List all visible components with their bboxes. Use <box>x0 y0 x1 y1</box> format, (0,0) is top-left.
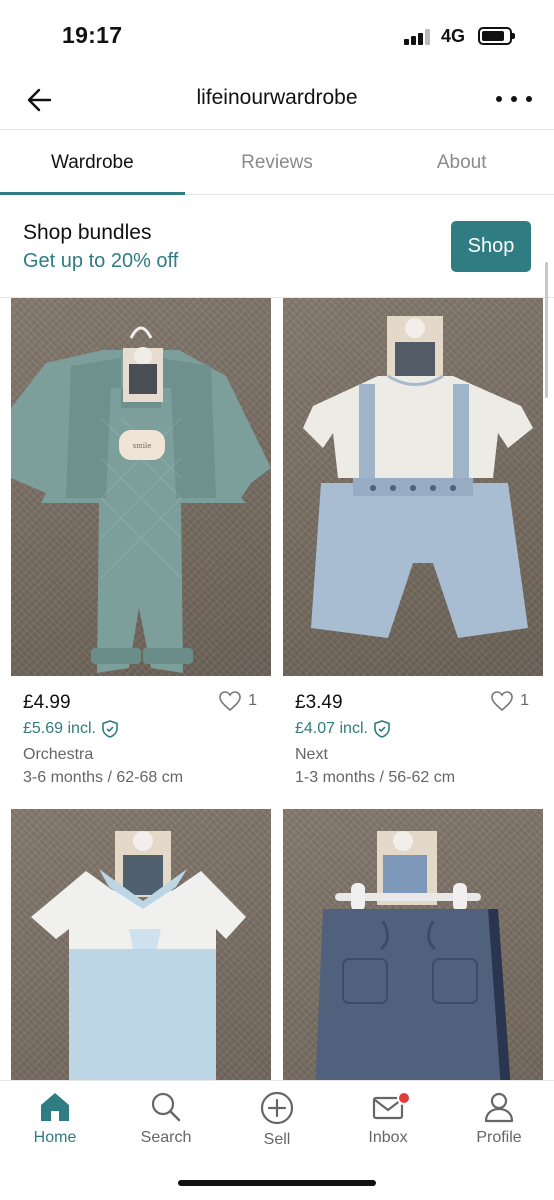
heart-icon <box>219 691 241 712</box>
favorite-count: 1 <box>248 692 257 709</box>
price-incl-row: £5.69 incl. <box>11 718 271 740</box>
item-price-incl: £5.69 incl. <box>23 720 96 737</box>
wardrobe-grid: smile £4.99 1 £5.69 incl. Orchestra 3-6 … <box>0 298 554 1080</box>
status-bar: 19:17 4G <box>0 0 554 70</box>
item-card[interactable]: £3.49 1 £4.07 incl. Next 1-3 months / 56… <box>283 298 543 787</box>
plus-circle-icon <box>260 1091 294 1125</box>
favorite-count: 1 <box>520 692 529 709</box>
nav-inbox[interactable]: Inbox <box>338 1091 438 1147</box>
heart-icon <box>491 691 513 712</box>
status-time: 19:17 <box>62 22 123 48</box>
item-size: 1-3 months / 56-62 cm <box>295 769 456 786</box>
shield-check-icon <box>102 720 118 738</box>
item-brand: Next <box>295 746 328 763</box>
item-card[interactable] <box>11 809 271 1080</box>
network-label: 4G <box>441 26 466 46</box>
nav-profile-label: Profile <box>476 1129 522 1146</box>
more-horizontal-icon <box>496 96 502 102</box>
nav-home[interactable]: Home <box>5 1091 105 1147</box>
nav-search-label: Search <box>140 1129 192 1146</box>
header: lifeinourwardrobe <box>0 70 554 130</box>
tab-about[interactable]: About <box>369 131 554 194</box>
item-photo[interactable] <box>283 298 543 676</box>
shield-check-icon <box>374 720 390 738</box>
nav-profile[interactable]: Profile <box>449 1091 549 1147</box>
more-options-button[interactable] <box>496 84 532 114</box>
item-photo[interactable]: smile <box>11 298 271 676</box>
item-photo[interactable] <box>283 809 543 1080</box>
inbox-badge <box>397 1091 411 1105</box>
item-card[interactable] <box>283 809 543 1080</box>
bundle-banner: Shop bundles Get up to 20% off Shop <box>0 196 554 298</box>
item-card[interactable]: smile £4.99 1 £5.69 incl. Orchestra 3-6 … <box>11 298 271 787</box>
item-price: £4.99 <box>23 692 71 713</box>
item-price-incl: £4.07 incl. <box>295 720 368 737</box>
item-photo[interactable] <box>11 809 271 1080</box>
nav-sell[interactable]: Sell <box>227 1091 327 1149</box>
battery-icon <box>478 27 515 45</box>
profile-tabs: Wardrobe Reviews About <box>0 131 554 195</box>
item-price: £3.49 <box>295 692 343 713</box>
item-brand: Orchestra <box>23 746 94 763</box>
tab-wardrobe[interactable]: Wardrobe <box>0 131 185 195</box>
home-indicator[interactable] <box>178 1180 376 1186</box>
nav-sell-label: Sell <box>263 1131 291 1148</box>
home-icon <box>41 1093 69 1121</box>
bundle-title: Shop bundles <box>23 221 152 244</box>
user-icon <box>484 1092 514 1123</box>
page-title: lifeinourwardrobe <box>196 86 358 109</box>
price-incl-row: £4.07 incl. <box>283 718 543 740</box>
signal-icon <box>404 29 434 45</box>
favorite-button[interactable]: 1 <box>218 690 257 712</box>
svg-text:smile: smile <box>133 442 152 450</box>
bundle-discount: Get up to 20% off <box>23 250 179 272</box>
tab-reviews[interactable]: Reviews <box>185 131 370 194</box>
nav-home-label: Home <box>33 1129 77 1146</box>
nav-inbox-label: Inbox <box>368 1129 408 1146</box>
favorite-button[interactable]: 1 <box>490 690 529 712</box>
item-size: 3-6 months / 62-68 cm <box>23 769 184 786</box>
nav-search[interactable]: Search <box>116 1091 216 1147</box>
search-icon <box>151 1092 181 1122</box>
shop-bundle-button[interactable]: Shop <box>451 221 531 272</box>
